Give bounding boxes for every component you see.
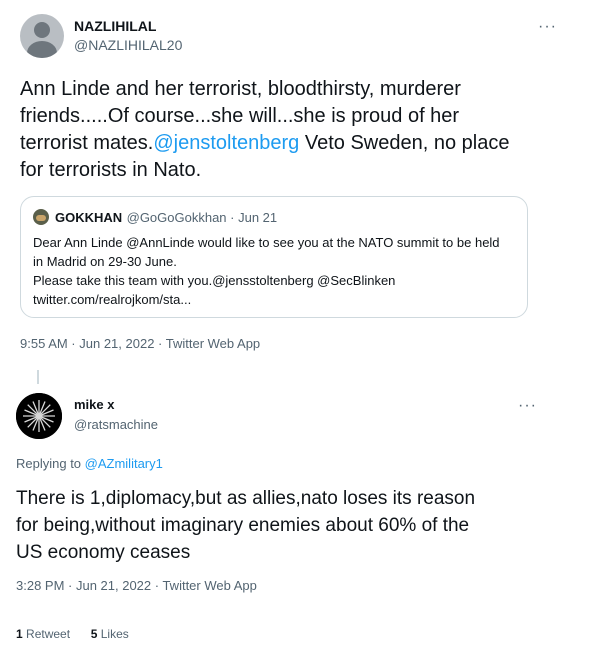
avatar[interactable] — [20, 14, 64, 58]
author-name[interactable]: NAZLIHILAL — [74, 18, 156, 34]
quoted-author-name[interactable]: GOKKHAN — [55, 210, 122, 225]
retweets-label: Retweet — [22, 627, 71, 641]
quoted-author-handle[interactable]: @GoGoGokkhan · Jun 21 — [127, 210, 278, 225]
tweet-text-line: There is 1,diplomacy,but as allies,nato … — [16, 488, 476, 509]
retweets-link[interactable]: 1 Retweet — [16, 627, 70, 641]
author-handle[interactable]: @ratsmachine — [74, 417, 158, 432]
author-handle[interactable]: @NAZLIHILAL20 — [74, 37, 182, 53]
tweet-text-segment: Veto Sweden, no place — [299, 132, 510, 154]
replying-to: Replying to @AZmilitary1 — [16, 456, 163, 471]
mention-link[interactable]: @jenstoltenberg — [153, 132, 299, 154]
quoted-tweet-card[interactable]: GOKKHAN @GoGoGokkhan · Jun 21 Dear Ann L… — [20, 196, 528, 318]
quoted-tweet-text: Dear Ann Linde @AnnLinde would like to s… — [33, 235, 500, 307]
thread-connector — [37, 370, 39, 384]
tweet-text-line: US economy ceases — [16, 542, 191, 563]
likes-link[interactable]: 5 Likes — [91, 627, 129, 641]
replying-prefix: Replying to — [16, 456, 85, 471]
tweet-text-line: for being,without imaginary enemies abou… — [16, 515, 470, 536]
more-options-icon[interactable]: ··· — [538, 18, 557, 36]
tweet-timestamp[interactable]: 3:28 PM · Jun 21, 2022 · Twitter Web App — [16, 578, 257, 593]
author-name[interactable]: mike x — [74, 397, 114, 412]
engagement-stats: 1 Retweet 5 Likes — [16, 627, 129, 641]
tweet-text-line: terrorist mates.@jenstoltenberg Veto Swe… — [20, 130, 509, 157]
quoted-avatar[interactable] — [33, 209, 49, 225]
avatar[interactable] — [16, 393, 62, 439]
quoted-header: GOKKHAN @GoGoGokkhan · Jun 21 — [55, 209, 277, 227]
tweet-text-line: for terrorists in Nato. — [20, 159, 202, 181]
tweet-text-segment: terrorist mates. — [20, 132, 154, 154]
starburst-avatar-icon — [16, 393, 62, 439]
more-options-icon[interactable]: ··· — [518, 397, 537, 415]
likes-label: Likes — [97, 627, 129, 641]
tweet-timestamp[interactable]: 9:55 AM · Jun 21, 2022 · Twitter Web App — [20, 336, 260, 351]
tweet-text-line: friends.....Of course...she will...she i… — [20, 105, 460, 127]
retweets-count: 1 — [16, 627, 23, 641]
tweet-text-line: Ann Linde and her terrorist, bloodthirst… — [20, 78, 461, 100]
replying-to-link[interactable]: @AZmilitary1 — [85, 456, 163, 471]
